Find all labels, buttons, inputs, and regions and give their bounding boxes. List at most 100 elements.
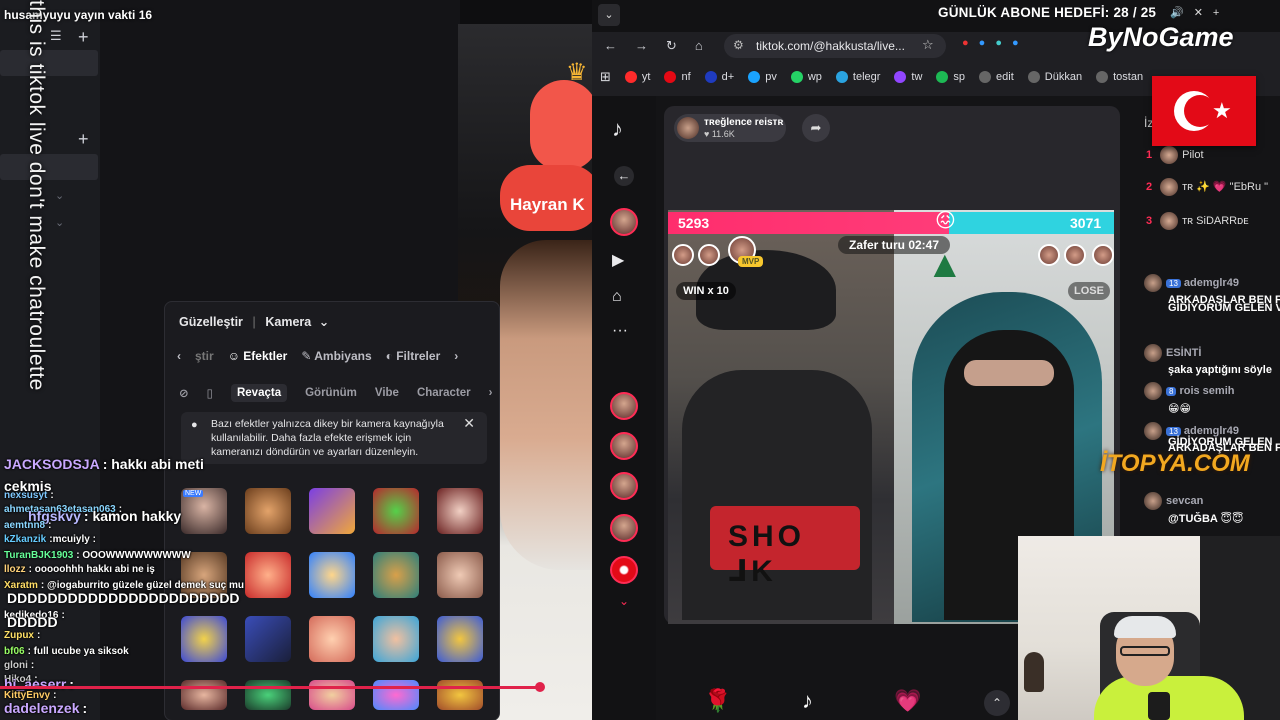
bookmark-item[interactable]: tw xyxy=(894,71,922,83)
ranking-row[interactable]: 3 ᴛʀ SiDARRᴅᴇ xyxy=(1146,212,1249,230)
effect-thumb[interactable] xyxy=(373,616,419,662)
effect-thumb[interactable] xyxy=(437,488,483,534)
effect-thumb[interactable] xyxy=(373,680,419,710)
commenter-name[interactable]: ademglr49 xyxy=(1184,277,1239,289)
chat-username[interactable]: nexsusyt xyxy=(4,490,47,501)
share-icon[interactable]: ➦ xyxy=(802,114,830,142)
effect-thumb[interactable] xyxy=(309,616,355,662)
subtab-appearance[interactable]: Görünüm xyxy=(305,387,357,399)
commenter-avatar[interactable] xyxy=(1144,344,1162,362)
bookmark-icon[interactable]: ▯ xyxy=(207,386,213,400)
host-name[interactable]: ᴛʀeğlence reisᴛʀ xyxy=(704,117,783,128)
live-home-icon[interactable]: ⌂ xyxy=(612,288,622,306)
bookmark-item[interactable]: Dükkan xyxy=(1027,71,1082,83)
progress-handle[interactable] xyxy=(535,682,545,692)
effect-thumb[interactable] xyxy=(309,680,355,710)
reload-icon[interactable]: ↻ xyxy=(666,38,695,53)
effect-thumb[interactable] xyxy=(437,616,483,662)
add-source-icon[interactable]: + xyxy=(78,129,89,150)
chat-username[interactable]: Zupux xyxy=(4,630,34,641)
tabs-next-icon[interactable]: › xyxy=(454,349,458,363)
subtabs-next-icon[interactable]: › xyxy=(489,387,493,399)
commenter-avatar[interactable] xyxy=(1144,274,1162,292)
ranking-row[interactable]: 2 ᴛʀ ✨ 💗 "EbRu " xyxy=(1146,178,1268,196)
commenter-name[interactable]: sevcan xyxy=(1166,495,1203,507)
chat-username[interactable]: llozz xyxy=(4,564,26,575)
close-icon[interactable]: ✕ xyxy=(463,416,475,430)
commenter-avatar[interactable] xyxy=(1144,382,1162,400)
bookmark-item[interactable]: tostan xyxy=(1096,71,1143,83)
supporter-avatar[interactable] xyxy=(672,244,694,266)
scene-row[interactable] xyxy=(0,50,98,76)
forward-icon[interactable]: → xyxy=(635,38,666,53)
live-avatar[interactable] xyxy=(610,392,638,420)
bookmark-item[interactable]: pv xyxy=(748,71,777,83)
bookmark-item[interactable]: edit xyxy=(979,71,1014,83)
chevron-down-icon[interactable]: ⌄ xyxy=(619,594,629,608)
chevron-down-icon[interactable]: ⌄ xyxy=(55,216,64,229)
live-avatar[interactable] xyxy=(610,514,638,542)
subtab-trending[interactable]: Revaçta xyxy=(230,384,288,402)
add-scene-icon[interactable]: + xyxy=(78,27,89,48)
tab-search-button[interactable]: ⌄ xyxy=(598,4,620,26)
camera-dropdown[interactable]: Kamera xyxy=(265,315,311,329)
subtab-vibe[interactable]: Vibe xyxy=(375,387,399,399)
effect-thumb[interactable] xyxy=(373,552,419,598)
rose-gift-icon[interactable]: 🌹 xyxy=(704,688,731,714)
supporter-avatar[interactable] xyxy=(1064,244,1086,266)
host-avatar[interactable] xyxy=(677,117,699,139)
chat-username[interactable]: dadelenzek xyxy=(4,700,79,716)
effect-thumb[interactable] xyxy=(437,680,483,710)
chat-username[interactable]: TuranBJK1903 xyxy=(4,550,73,561)
live-avatar[interactable] xyxy=(610,472,638,500)
adblock-icon[interactable]: ● xyxy=(962,37,979,49)
bookmark-item[interactable]: telegr xyxy=(835,71,880,83)
live-avatar[interactable] xyxy=(610,432,638,460)
commenter-name[interactable]: rois semih xyxy=(1179,385,1234,397)
heart-gift-icon[interactable]: 💗 xyxy=(894,688,921,714)
supporter-avatar[interactable] xyxy=(698,244,720,266)
subtab-character[interactable]: Character xyxy=(417,387,471,399)
tab-filters[interactable]: ◐ Filtreler xyxy=(386,349,441,363)
close-tab-icon[interactable]: ✕ xyxy=(1194,7,1213,19)
commenter-avatar[interactable] xyxy=(1144,492,1162,510)
site-info-icon[interactable]: ⚙ xyxy=(733,38,744,52)
camera-icon[interactable]: ▶ xyxy=(612,250,624,270)
more-icon[interactable]: ··· xyxy=(612,322,628,340)
chat-username[interactable]: JACKSODSJA xyxy=(4,456,100,472)
scene-row[interactable] xyxy=(0,154,98,180)
bookmark-item[interactable]: yt xyxy=(624,71,650,83)
tab-effects[interactable]: ☺ Efektler xyxy=(228,349,288,363)
bookmark-star-icon[interactable]: ☆ xyxy=(922,37,934,53)
effect-thumb[interactable] xyxy=(309,552,355,598)
back-icon[interactable]: ← xyxy=(614,166,634,186)
supporter-avatar[interactable] xyxy=(1038,244,1060,266)
beautify-tab[interactable]: Güzelleştir xyxy=(179,315,243,329)
speaker-icon[interactable]: 🔊 xyxy=(1170,7,1194,19)
apps-grid-icon[interactable]: ⊞ xyxy=(600,69,611,85)
chat-username[interactable]: gloni xyxy=(4,660,28,671)
tiktok-gift-icon[interactable]: ♪ xyxy=(802,688,813,714)
back-icon[interactable]: ← xyxy=(604,38,635,53)
bookmark-item[interactable]: sp xyxy=(936,71,965,83)
chat-username[interactable]: kZkanzik xyxy=(4,534,46,545)
effect-thumb[interactable] xyxy=(373,488,419,534)
commenter-name[interactable]: ESİNTİ xyxy=(1166,347,1201,359)
extension-icon[interactable]: ● xyxy=(1012,37,1029,49)
extension-icon[interactable]: ● xyxy=(979,37,996,49)
bookmark-item[interactable]: nf xyxy=(664,71,691,83)
url-text[interactable]: tiktok.com/@hakkusta/live... xyxy=(756,39,905,53)
tab-ambiance[interactable]: ✎ Ambiyans xyxy=(301,349,371,363)
home-icon[interactable]: ⌂ xyxy=(695,38,721,53)
effect-thumb[interactable] xyxy=(309,488,355,534)
list-icon[interactable]: ☰ xyxy=(50,28,62,44)
tabs-prev-icon[interactable]: ‹ xyxy=(177,349,181,363)
bookmark-item[interactable]: wp xyxy=(790,71,822,83)
profile-avatar[interactable] xyxy=(610,208,638,236)
tiktok-logo-icon[interactable]: ♪ xyxy=(612,116,623,142)
no-effect-icon[interactable]: ⊘ xyxy=(179,386,189,400)
extension-icon[interactable]: ● xyxy=(995,37,1012,49)
chevron-down-icon[interactable]: ⌄ xyxy=(55,189,64,202)
expand-gifts-icon[interactable]: ⌃ xyxy=(984,690,1010,716)
tab-beautify-partial[interactable]: ştir xyxy=(195,349,214,363)
